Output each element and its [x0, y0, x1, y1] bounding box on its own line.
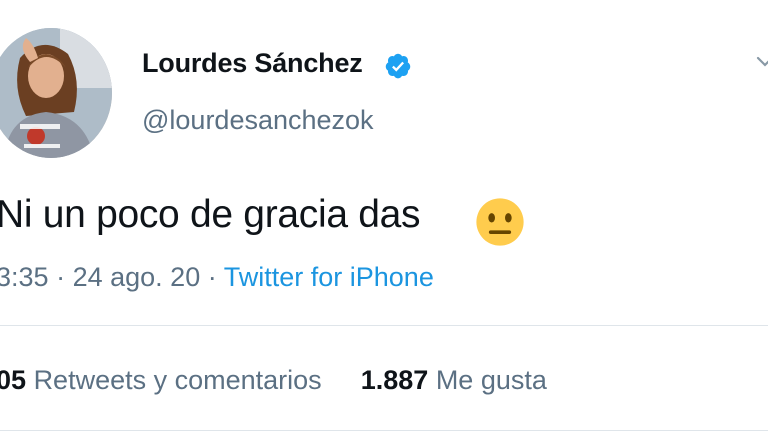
tweet-time: 3:35: [0, 262, 49, 292]
display-name[interactable]: Lourdes Sánchez: [142, 48, 363, 79]
avatar-photo: [0, 28, 112, 158]
likes-stat[interactable]: 1.887 Me gusta: [361, 365, 547, 395]
likes-label: Me gusta: [435, 365, 547, 395]
neutral-face-emoji: [476, 198, 524, 246]
avatar[interactable]: [0, 28, 112, 158]
handle[interactable]: @lourdesanchezok: [142, 105, 374, 136]
retweets-label: Retweets y comentarios: [33, 365, 322, 395]
meta-separator: ·: [56, 262, 66, 292]
tweet-source-link[interactable]: Twitter for iPhone: [224, 262, 434, 292]
tweet-text: Ni un poco de gracia das: [0, 193, 421, 236]
tweet-date[interactable]: 24 ago. 20: [73, 262, 201, 292]
verified-badge-icon: [385, 53, 411, 79]
meta-separator: ·: [207, 262, 217, 292]
likes-count: 1.887: [360, 365, 429, 395]
retweets-count: 05: [0, 365, 27, 395]
retweets-stat[interactable]: 05 Retweets y comentarios: [0, 365, 329, 395]
divider: [0, 325, 768, 326]
chevron-down-icon[interactable]: [756, 50, 768, 78]
tweet-stats: 05 Retweets y comentarios 1.887 Me gusta: [0, 365, 547, 396]
divider: [0, 430, 768, 431]
tweet-meta: 3:35 · 24 ago. 20 · Twitter for iPhone: [0, 262, 434, 293]
